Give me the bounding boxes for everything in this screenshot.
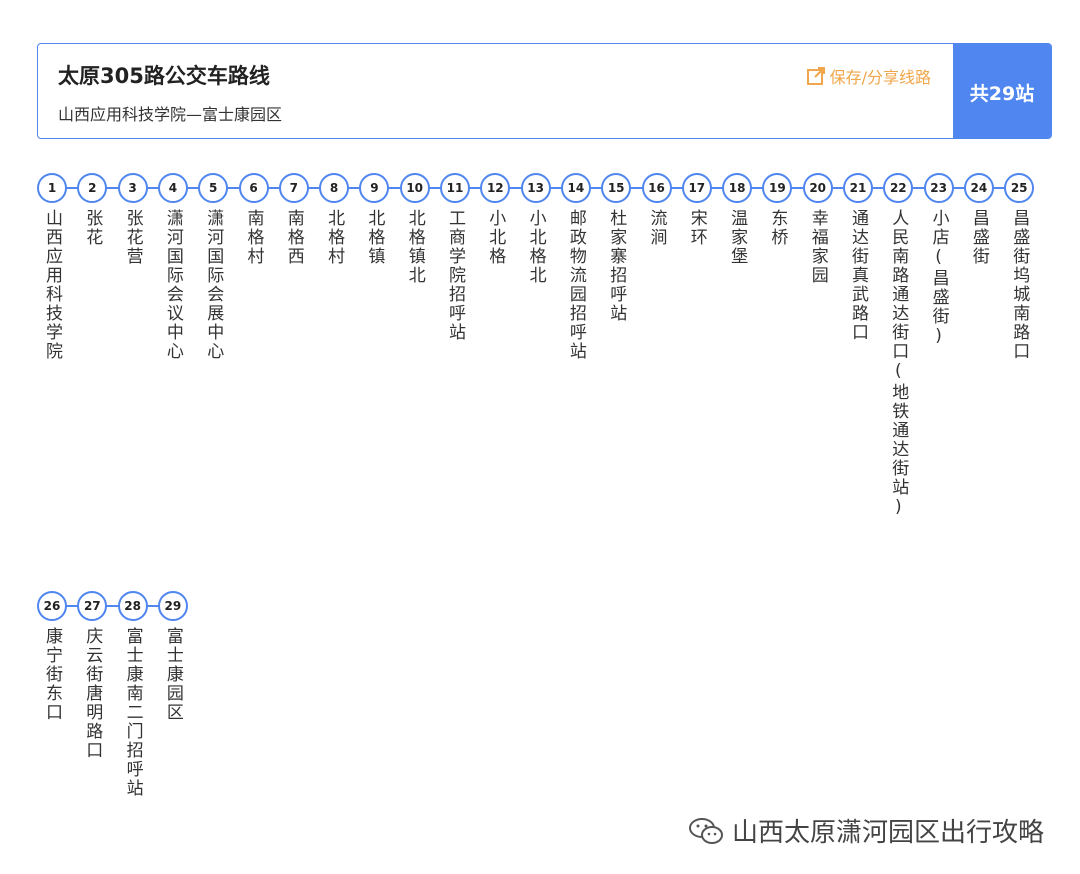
stop-name: 南格西 <box>283 209 304 266</box>
stop-number: 29 <box>157 591 188 621</box>
stop-number: 3 <box>117 173 148 203</box>
stop-number: 5 <box>198 173 229 203</box>
stop-item: 16 流涧 <box>637 173 677 247</box>
stop-item: 21 通达街真武路口 <box>838 173 878 342</box>
stop-name: 小北格北 <box>525 209 546 285</box>
stop-number: 4 <box>157 173 188 203</box>
stop-item: 14 邮政物流园招呼站 <box>556 173 596 361</box>
stop-name: 张花 <box>82 209 103 247</box>
stop-name: 人民南路通达街口(地铁通达街站) <box>888 209 909 519</box>
stop-name: 东桥 <box>767 209 788 247</box>
stop-item: 13 小北格北 <box>516 173 556 285</box>
save-share-label: 保存/分享线路 <box>829 68 931 87</box>
stop-item: 3 张花营 <box>113 173 153 266</box>
stop-name: 昌盛街坞城南路口 <box>1009 209 1030 361</box>
stop-item: 7 南格西 <box>274 173 314 266</box>
stop-item: 27 庆云街唐明路口 <box>72 591 112 760</box>
stop-item: 20 幸福家园 <box>798 173 838 285</box>
stop-name: 小店(昌盛街) <box>928 209 949 348</box>
stop-item: 2 张花 <box>72 173 112 247</box>
stop-number: 11 <box>440 173 470 203</box>
stop-name: 工商学院招呼站 <box>445 209 465 342</box>
stop-name: 北格村 <box>324 209 345 266</box>
stop-item: 15 杜家寨招呼站 <box>596 173 636 323</box>
stop-name: 小北格 <box>485 209 506 266</box>
stop-number: 13 <box>520 173 551 203</box>
wechat-icon <box>688 817 723 844</box>
stop-count-badge: 共29站 <box>953 44 1051 138</box>
stop-name: 康宁街东口 <box>42 627 62 722</box>
stop-number: 18 <box>722 173 753 203</box>
stop-item: 10 北格镇北 <box>395 173 435 285</box>
stop-number: 19 <box>762 173 793 203</box>
stop-item: 25 昌盛街坞城南路口 <box>999 173 1039 361</box>
stop-item: 5 潇河国际会展中心 <box>193 173 233 361</box>
save-share-button[interactable]: 保存/分享线路 <box>806 64 931 88</box>
stop-name: 潇河国际会议中心 <box>162 209 183 361</box>
stop-number: 28 <box>117 591 148 621</box>
stop-number: 14 <box>560 173 591 203</box>
stop-item: 6 南格村 <box>234 173 274 266</box>
stop-number: 17 <box>681 173 712 203</box>
stop-item: 12 小北格 <box>475 173 515 266</box>
stop-name: 杜家寨招呼站 <box>606 209 627 323</box>
stop-name: 流涧 <box>646 209 667 247</box>
stop-number: 20 <box>802 173 833 203</box>
stop-name: 富士康园区 <box>162 627 183 722</box>
stop-item: 1 山西应用科技学院 <box>32 173 72 361</box>
stop-item: 22 人民南路通达街口(地铁通达街站) <box>878 173 918 519</box>
stop-name: 庆云街唐明路口 <box>82 627 103 760</box>
stop-item: 17 宋环 <box>677 173 717 247</box>
stop-name: 幸福家园 <box>807 209 828 285</box>
stop-item: 9 北格镇 <box>354 173 394 266</box>
stop-name: 通达街真武路口 <box>848 209 868 342</box>
stop-name: 南格村 <box>243 209 264 266</box>
stop-item: 4 潇河国际会议中心 <box>153 173 193 361</box>
stop-name: 邮政物流园招呼站 <box>565 209 586 361</box>
stop-number: 16 <box>641 173 672 203</box>
watermark: 山西太原潇河园区出行攻略 <box>688 812 1044 849</box>
stop-number: 1 <box>37 173 67 203</box>
watermark-text: 山西太原潇河园区出行攻略 <box>731 818 1044 848</box>
stop-item: 29 富士康园区 <box>153 591 193 722</box>
stop-number: 21 <box>843 173 873 203</box>
stop-number: 12 <box>480 173 511 203</box>
stop-number: 7 <box>278 173 309 203</box>
route-subtitle: 山西应用科技学院—富士康园区 <box>58 105 283 124</box>
stop-item: 19 东桥 <box>757 173 797 247</box>
stop-number: 25 <box>1004 173 1035 203</box>
stop-item: 18 温家堡 <box>717 173 757 266</box>
stop-item: 11 工商学院招呼站 <box>435 173 475 342</box>
stop-name: 张花营 <box>122 209 143 266</box>
stop-name: 富士康南二门招呼站 <box>122 627 143 798</box>
stop-name: 北格镇 <box>364 209 385 266</box>
stop-number: 26 <box>37 591 67 621</box>
stop-name: 宋环 <box>686 209 707 247</box>
stop-name: 山西应用科技学院 <box>42 209 62 361</box>
stop-number: 24 <box>963 173 994 203</box>
stop-number: 27 <box>77 591 108 621</box>
stop-item: 23 小店(昌盛街) <box>919 173 959 348</box>
stop-item: 26 康宁街东口 <box>32 591 72 722</box>
stop-number: 10 <box>399 173 430 203</box>
stop-name: 温家堡 <box>727 209 748 266</box>
stop-number: 15 <box>601 173 632 203</box>
stop-number: 9 <box>359 173 390 203</box>
stop-number: 6 <box>238 173 269 203</box>
stop-number: 23 <box>923 173 954 203</box>
stop-name: 北格镇北 <box>404 209 425 285</box>
stop-item: 28 富士康南二门招呼站 <box>113 591 153 798</box>
share-external-icon <box>806 67 825 85</box>
stop-number: 2 <box>77 173 108 203</box>
stop-name: 昌盛街 <box>968 209 989 266</box>
stop-item: 24 昌盛街 <box>959 173 999 266</box>
stop-number: 22 <box>883 173 914 203</box>
stop-name: 潇河国际会展中心 <box>203 209 224 361</box>
route-title: 太原305路公交车路线 <box>58 64 270 88</box>
stop-item: 8 北格村 <box>314 173 354 266</box>
route-card: 太原305路公交车路线 山西应用科技学院—富士康园区 保存/分享线路 共29站 <box>37 43 1052 139</box>
stop-number: 8 <box>319 173 350 203</box>
